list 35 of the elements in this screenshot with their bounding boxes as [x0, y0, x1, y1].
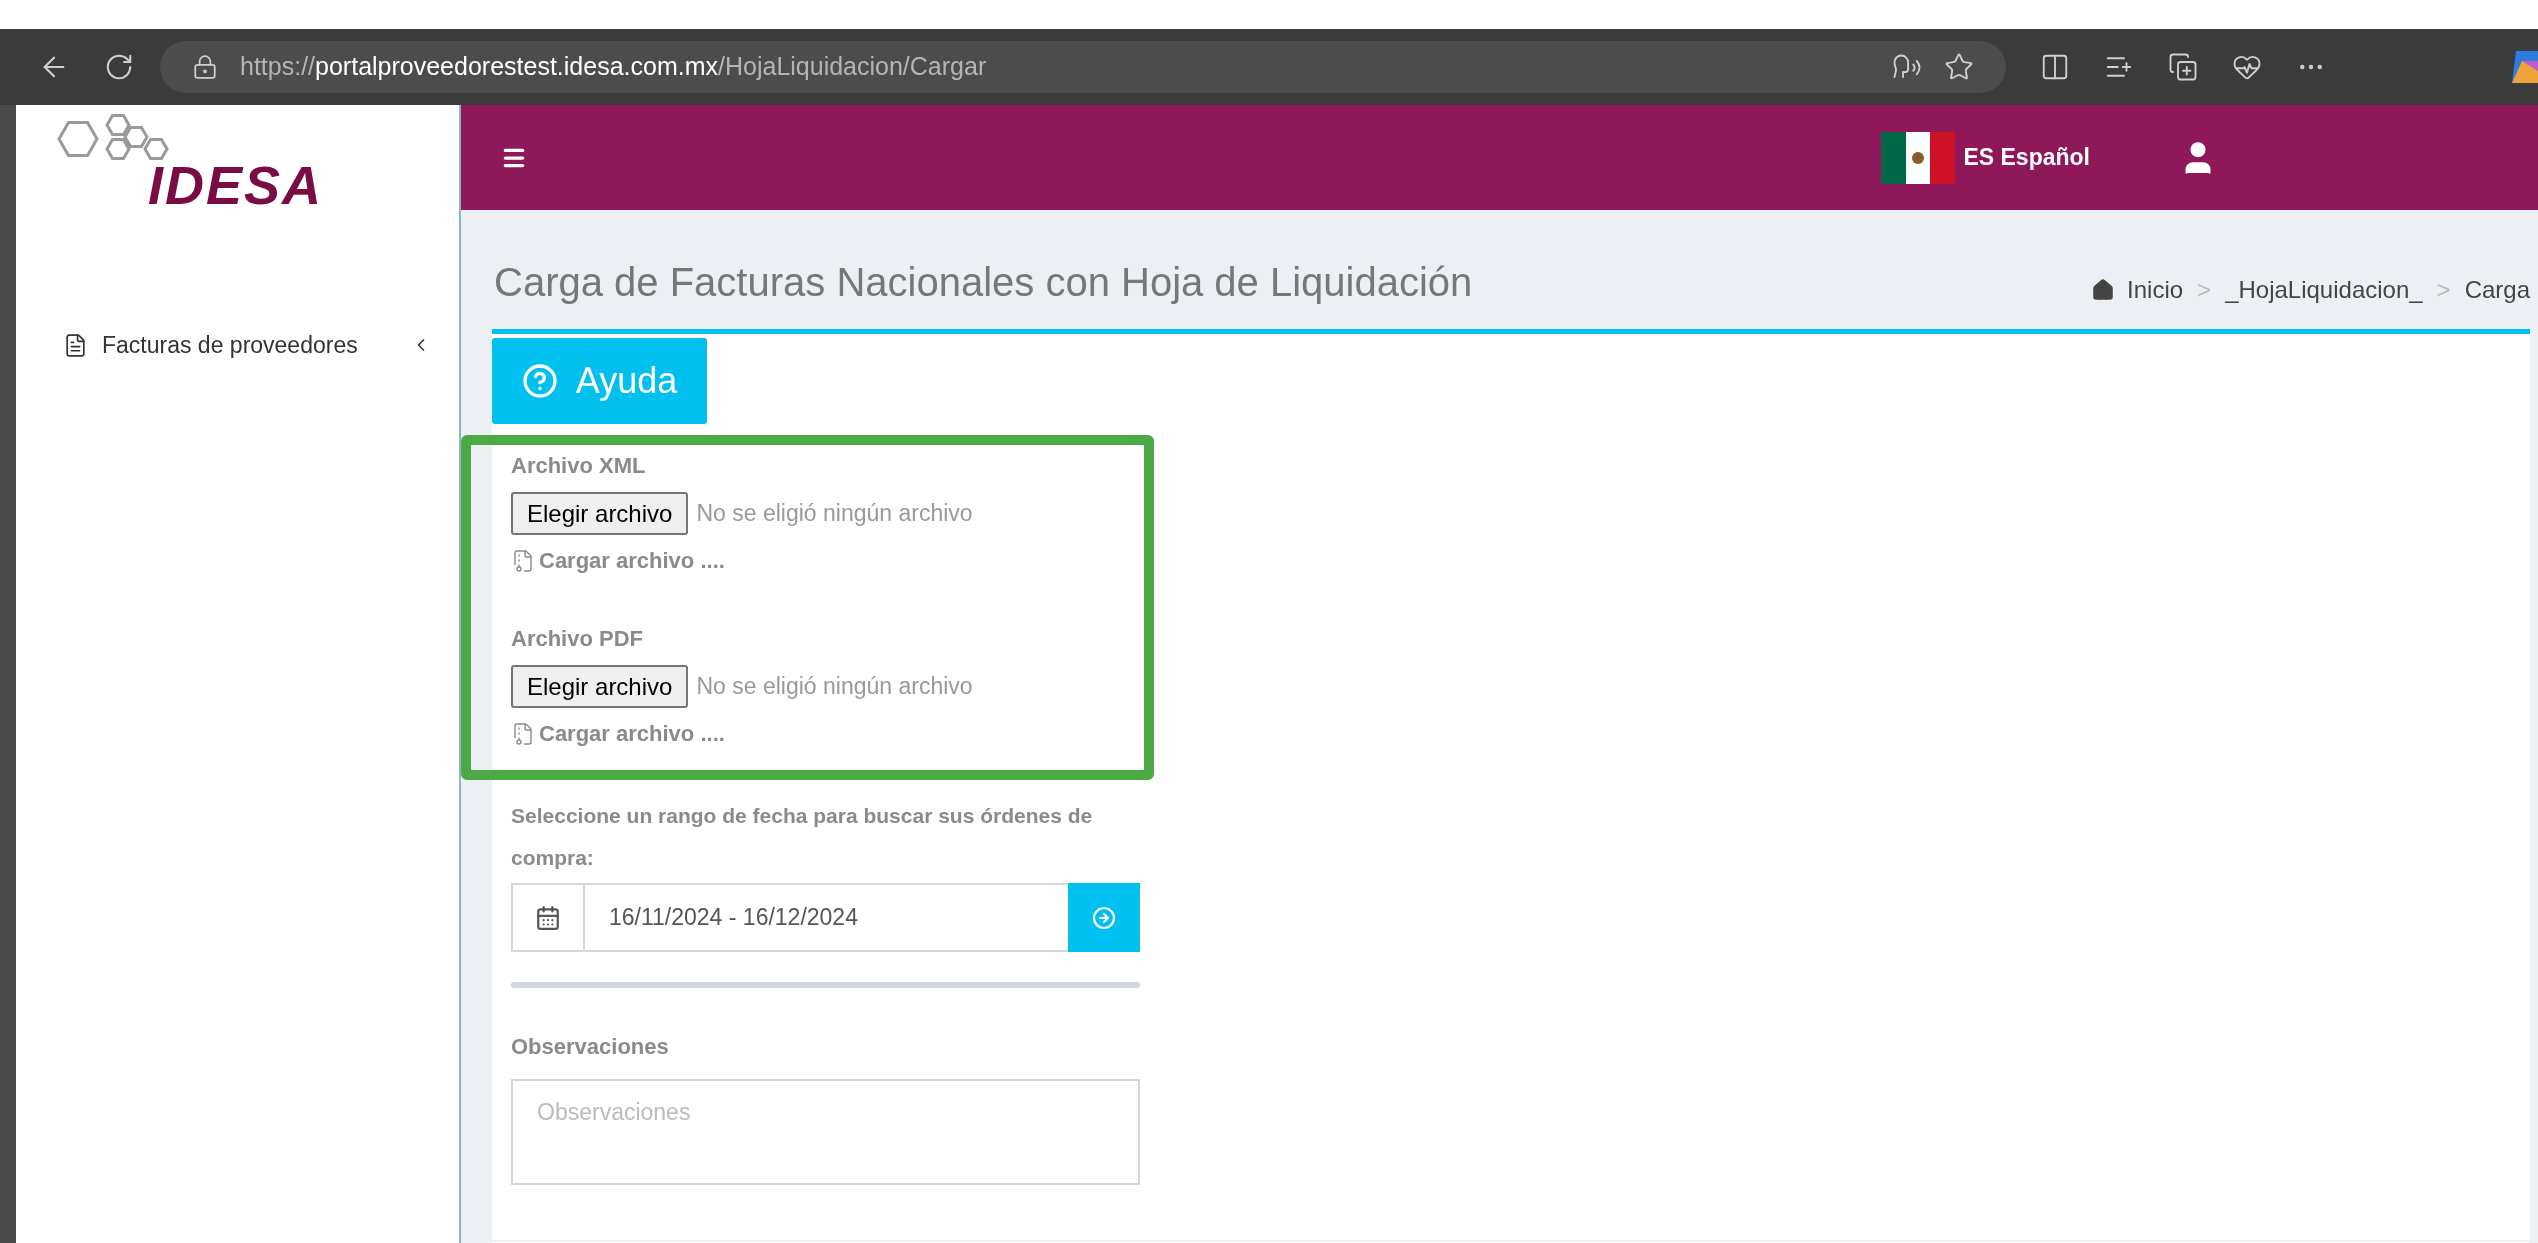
field-label: Archivo XML: [511, 452, 647, 480]
language-selector[interactable]: ES Español: [1881, 131, 2090, 184]
home-icon: [2091, 278, 2116, 302]
breadcrumb-current: Carga: [2464, 275, 2530, 305]
choose-file-button[interactable]: Elegir archivo: [511, 665, 689, 708]
site-info-icon: [192, 54, 218, 80]
date-range-label: Seleccione un rango de fecha para buscar sus órdenes de compra:: [511, 803, 1094, 871]
breadcrumb-link[interactable]: _HojaLiquidacion_: [2225, 272, 2423, 308]
date-range-value: 16/11/2024 - 16/12/2024: [608, 903, 859, 933]
notes-field[interactable]: Observaciones: [511, 1079, 1140, 1185]
document-icon: [63, 332, 88, 358]
breadcrumb-separator: >: [2436, 275, 2451, 305]
arrow-right-icon: [1092, 905, 1116, 930]
breadcrumb-link[interactable]: Inicio: [2091, 272, 2184, 308]
split-screen-icon[interactable]: [2040, 52, 2070, 82]
zip-file-icon: [511, 549, 535, 573]
help-icon: [521, 363, 558, 399]
breadcrumb-separator: >: [2197, 275, 2212, 305]
logo-text: IDESA: [148, 159, 324, 211]
refresh-icon[interactable]: [104, 52, 134, 82]
star-icon[interactable]: [1944, 52, 1974, 82]
zip-file-icon: [511, 722, 535, 746]
page-title: Carga de Facturas Nacionales con Hoja de Liquidación: [494, 259, 1473, 306]
flag-icon: [1881, 131, 1956, 184]
field-label: Archivo PDF: [511, 625, 645, 653]
url-text: https://portalproveedorestest.idesa.com.mx/HojaLiquidacion/Cargar: [240, 51, 987, 83]
sidebar-item[interactable]: Facturas de proveedores: [16, 325, 459, 365]
choose-file-button[interactable]: Elegir archivo: [511, 492, 689, 535]
file-status: No se eligió ningún archivo: [696, 499, 973, 529]
notes-label: Observaciones: [511, 1033, 670, 1061]
file-status: No se eligió ningún archivo: [696, 672, 973, 702]
collections-icon[interactable]: [2168, 52, 2198, 82]
date-range-field[interactable]: 16/11/2024 - 16/12/2024: [511, 883, 1140, 952]
address-bar[interactable]: https://portalproveedorestest.idesa.com.mx/HojaLiquidacion/Cargar: [160, 41, 2006, 93]
calendar-icon: [535, 904, 561, 931]
